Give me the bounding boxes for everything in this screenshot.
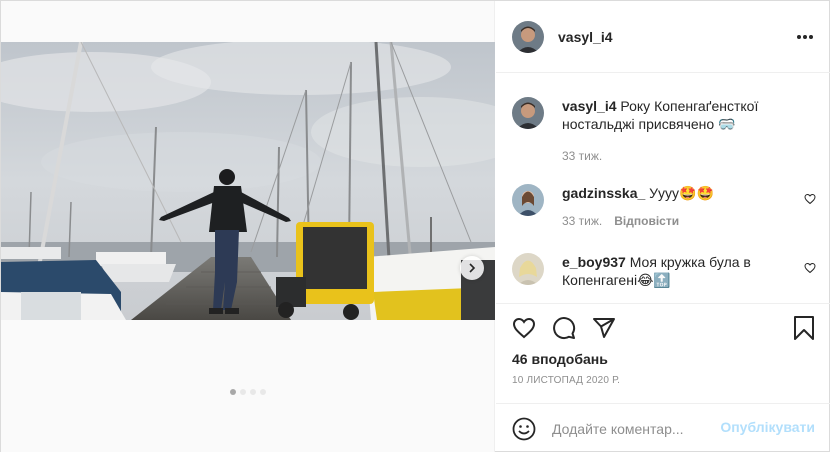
comment-username[interactable]: gadzinsska_ bbox=[562, 185, 645, 201]
post-dialog: vasyl_i4 vasyl_i4 Року Копенгаґенсткої н… bbox=[0, 0, 830, 452]
author-username[interactable]: vasyl_i4 bbox=[558, 29, 613, 45]
comment-emoji: 🤩🤩 bbox=[679, 185, 714, 201]
comment-icon[interactable] bbox=[552, 316, 576, 340]
caption-body: vasyl_i4 Року Копенгаґенсткої ностальджі… bbox=[562, 97, 802, 133]
action-icons bbox=[512, 316, 616, 340]
comment-username[interactable]: e_boy937 bbox=[562, 254, 626, 270]
comment-time[interactable]: 33 тиж. bbox=[562, 214, 602, 228]
caption-avatar[interactable] bbox=[512, 97, 544, 129]
carousel-dot bbox=[250, 389, 256, 395]
post-side-pane: vasyl_i4 vasyl_i4 Року Копенгаґенсткої н… bbox=[496, 1, 830, 452]
post-photo[interactable] bbox=[1, 42, 495, 320]
caption-username[interactable]: vasyl_i4 bbox=[562, 98, 617, 114]
comment-body: e_boy937 Моя кружка була в Копенгагені😂🔝 bbox=[562, 253, 802, 289]
post-media bbox=[1, 1, 495, 452]
publish-button[interactable]: Опублікувати bbox=[720, 419, 815, 435]
commenter-avatar[interactable] bbox=[512, 184, 544, 216]
add-comment-bar: Опублікувати bbox=[496, 403, 830, 452]
carousel-dot-active bbox=[230, 389, 236, 395]
carousel-dot bbox=[240, 389, 246, 395]
caption-time[interactable]: 33 тиж. bbox=[562, 149, 602, 163]
comment-input[interactable] bbox=[552, 420, 712, 437]
post-actions: 46 вподобань 10 ЛИСТОПАД 2020 Р. bbox=[496, 303, 830, 403]
caption-meta: 33 тиж. bbox=[562, 149, 602, 163]
author-avatar[interactable] bbox=[512, 20, 544, 53]
caption-emoji: 🥽 bbox=[718, 116, 736, 132]
carousel-dots bbox=[1, 389, 495, 395]
bookmark-icon[interactable] bbox=[793, 316, 815, 340]
comment-body: gadzinsska_ Уууу🤩🤩 bbox=[562, 184, 802, 202]
heart-icon[interactable] bbox=[512, 316, 536, 340]
post-header: vasyl_i4 bbox=[496, 1, 830, 73]
likes-count[interactable]: 46 вподобань bbox=[512, 351, 608, 367]
comment-text: Уууу bbox=[649, 185, 680, 201]
reply-button[interactable]: Відповісти bbox=[614, 214, 679, 228]
commenter-avatar[interactable] bbox=[512, 253, 544, 285]
carousel-dot bbox=[260, 389, 266, 395]
smiley-icon[interactable] bbox=[512, 417, 536, 441]
comment-emoji: 😂🔝 bbox=[637, 272, 671, 288]
more-options-icon[interactable] bbox=[797, 29, 815, 45]
share-icon[interactable] bbox=[592, 316, 616, 340]
post-date[interactable]: 10 ЛИСТОПАД 2020 Р. bbox=[512, 375, 620, 386]
heart-icon[interactable] bbox=[804, 193, 816, 205]
carousel-next-button[interactable] bbox=[460, 256, 484, 280]
chevron-right-icon bbox=[469, 263, 476, 273]
comment-meta: 33 тиж. Відповісти bbox=[562, 214, 679, 228]
heart-icon[interactable] bbox=[804, 262, 816, 274]
comments-list: vasyl_i4 Року Копенгаґенсткої ностальджі… bbox=[496, 74, 830, 302]
